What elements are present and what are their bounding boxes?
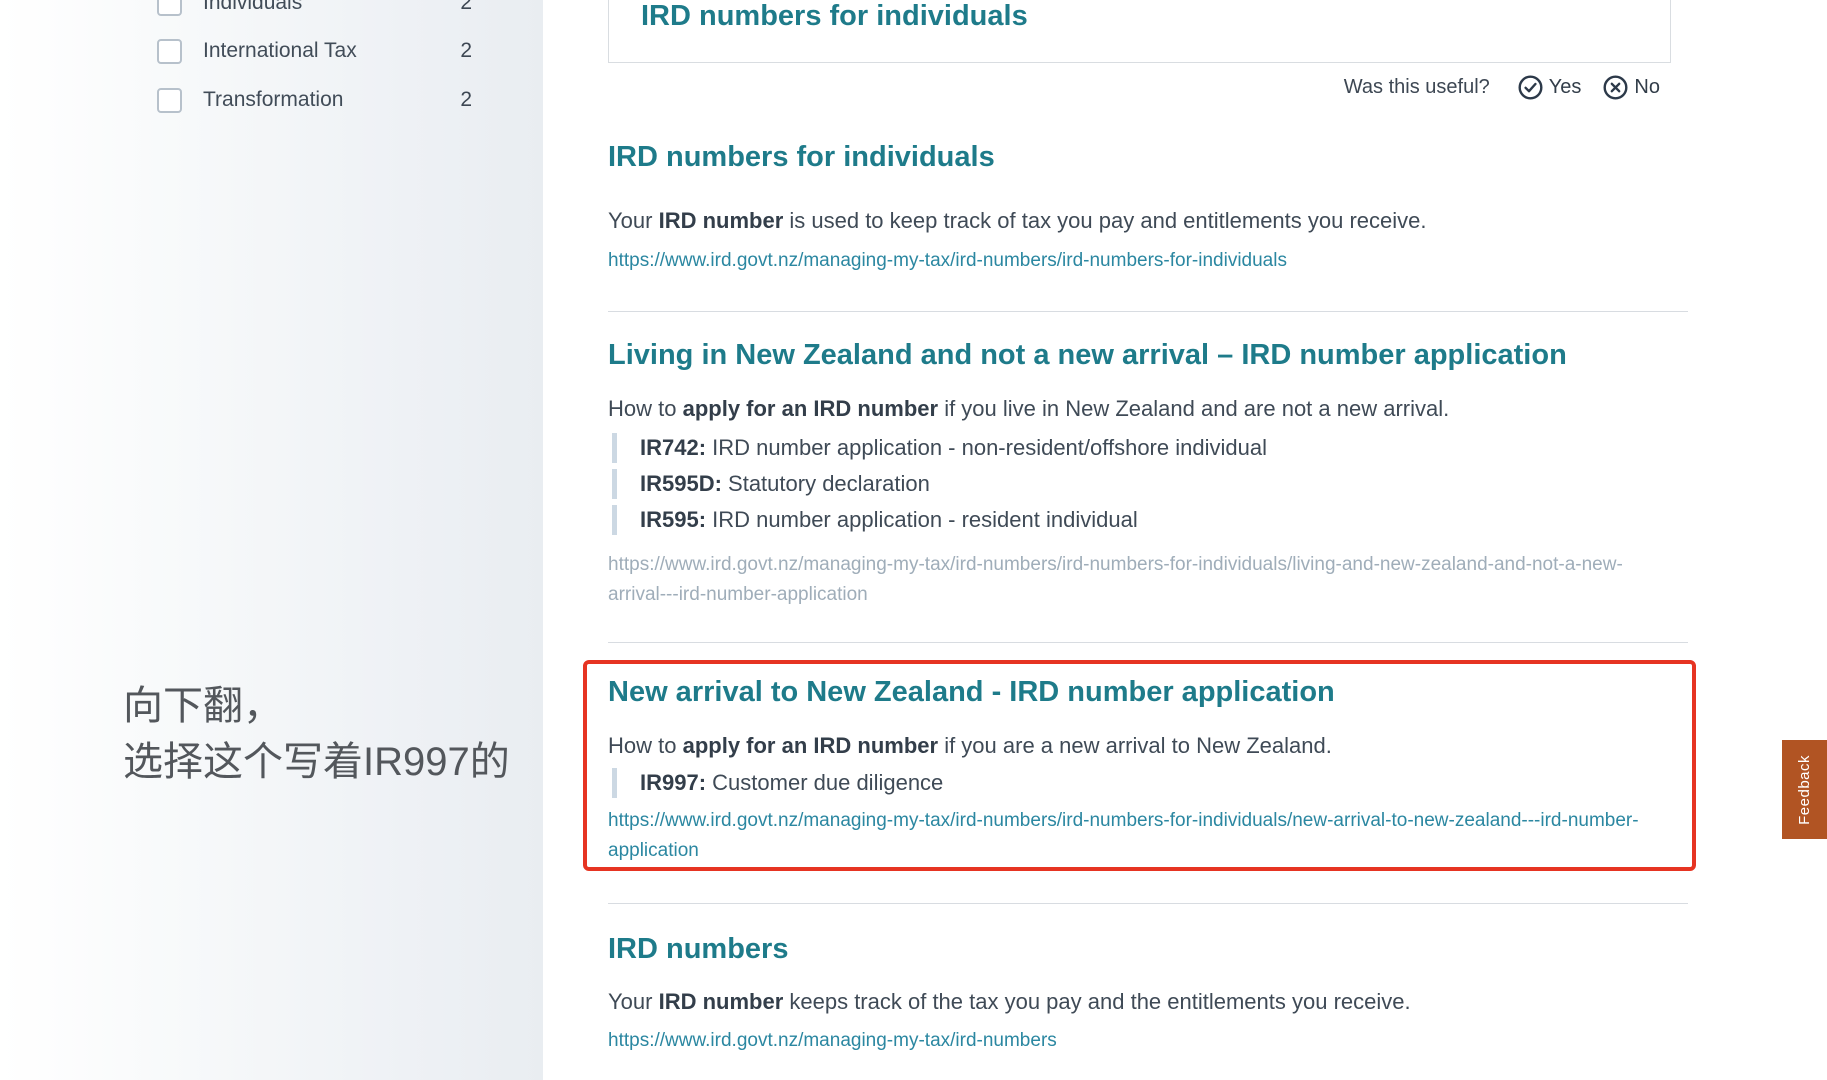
search-results-page: Individuals 2 International Tax 2 Transf…	[0, 0, 1827, 1080]
filters-sidebar: Individuals 2 International Tax 2 Transf…	[0, 0, 543, 1080]
result-4-url-link[interactable]: https://www.ird.govt.nz/managing-my-tax/…	[608, 1026, 1643, 1056]
result-2-title-link[interactable]: Living in New Zealand and not a new arri…	[608, 339, 1567, 372]
form-code: IR595:	[640, 507, 706, 532]
useful-prompt-row: Was this useful? Yes No	[608, 72, 1660, 102]
result-2-form-ir595d: IR595D: Statutory declaration	[612, 469, 930, 499]
filter-label: Transformation	[203, 88, 343, 112]
check-circle-icon	[1518, 75, 1543, 100]
result-4-description: Your IRD number keeps track of the tax y…	[608, 989, 1411, 1015]
result-2-form-ir742: IR742: IRD number application - non-resi…	[612, 433, 1267, 463]
filter-label: International Tax	[203, 39, 357, 63]
result-4-title-link[interactable]: IRD numbers	[608, 933, 788, 966]
previous-result-card: IRD numbers for individuals	[608, 0, 1671, 63]
useful-no-label: No	[1634, 76, 1660, 99]
desc-text: is used to keep track of tax you pay and…	[783, 208, 1426, 233]
form-code: IR997:	[640, 770, 706, 795]
desc-text: if you live in New Zealand and are not a…	[938, 396, 1449, 421]
filter-count: 2	[460, 88, 472, 112]
checkbox-transformation[interactable]	[157, 88, 182, 113]
x-circle-icon	[1603, 75, 1628, 100]
form-name: IRD number application - resident indivi…	[706, 507, 1138, 532]
useful-question: Was this useful?	[1344, 76, 1490, 99]
filter-transformation[interactable]: Transformation 2	[157, 80, 472, 120]
checkbox-individuals[interactable]	[157, 0, 182, 16]
result-2-description: How to apply for an IRD number if you li…	[608, 396, 1449, 422]
previous-result-title[interactable]: IRD numbers for individuals	[609, 0, 1670, 33]
desc-bold-text: apply for an IRD number	[683, 396, 938, 421]
desc-text: Your	[608, 208, 659, 233]
desc-text: How to	[608, 396, 683, 421]
form-name: IRD number application - non-resident/of…	[706, 435, 1267, 460]
desc-bold-text: IRD number	[659, 989, 784, 1014]
result-2-url[interactable]: https://www.ird.govt.nz/managing-my-tax/…	[608, 550, 1643, 610]
desc-bold-text: apply for an IRD number	[683, 733, 938, 758]
result-divider	[608, 642, 1688, 643]
feedback-tab-label: Feedback	[1796, 755, 1813, 825]
desc-text: if you are a new arrival to New Zealand.	[938, 733, 1332, 758]
filter-label: Individuals	[203, 0, 302, 15]
result-divider	[608, 903, 1688, 904]
feedback-tab-button[interactable]: Feedback	[1782, 740, 1827, 839]
useful-yes-label: Yes	[1549, 76, 1582, 99]
desc-text: How to	[608, 733, 683, 758]
desc-text: keeps track of the tax you pay and the e…	[783, 989, 1410, 1014]
filter-count: 2	[460, 0, 472, 15]
result-2-form-ir595: IR595: IRD number application - resident…	[612, 505, 1138, 535]
filter-individuals[interactable]: Individuals 2	[157, 0, 472, 23]
form-name: Statutory declaration	[722, 471, 930, 496]
filter-count: 2	[460, 39, 472, 63]
desc-bold-text: IRD number	[659, 208, 784, 233]
form-name: Customer due diligence	[706, 770, 943, 795]
chinese-instruction-annotation: 向下翻， 选择这个写着IR997的	[123, 678, 563, 790]
annotation-line-1: 向下翻，	[123, 678, 563, 734]
result-1-title-link[interactable]: IRD numbers for individuals	[608, 141, 995, 174]
useful-no-button[interactable]: No	[1603, 75, 1660, 100]
desc-text: Your	[608, 989, 659, 1014]
annotation-line-2: 选择这个写着IR997的	[123, 734, 563, 790]
result-3-description: How to apply for an IRD number if you ar…	[608, 733, 1332, 759]
form-code: IR595D:	[640, 471, 722, 496]
checkbox-international-tax[interactable]	[157, 39, 182, 64]
result-1-url-link[interactable]: https://www.ird.govt.nz/managing-my-tax/…	[608, 246, 1643, 276]
form-code: IR742:	[640, 435, 706, 460]
useful-yes-button[interactable]: Yes	[1518, 75, 1582, 100]
result-3-form-ir997: IR997: Customer due diligence	[612, 768, 943, 798]
result-3-url-link[interactable]: https://www.ird.govt.nz/managing-my-tax/…	[608, 806, 1643, 866]
result-1-description: Your IRD number is used to keep track of…	[608, 208, 1427, 234]
result-divider	[608, 311, 1688, 312]
filter-international-tax[interactable]: International Tax 2	[157, 31, 472, 71]
result-3-title-link[interactable]: New arrival to New Zealand - IRD number …	[608, 676, 1335, 709]
